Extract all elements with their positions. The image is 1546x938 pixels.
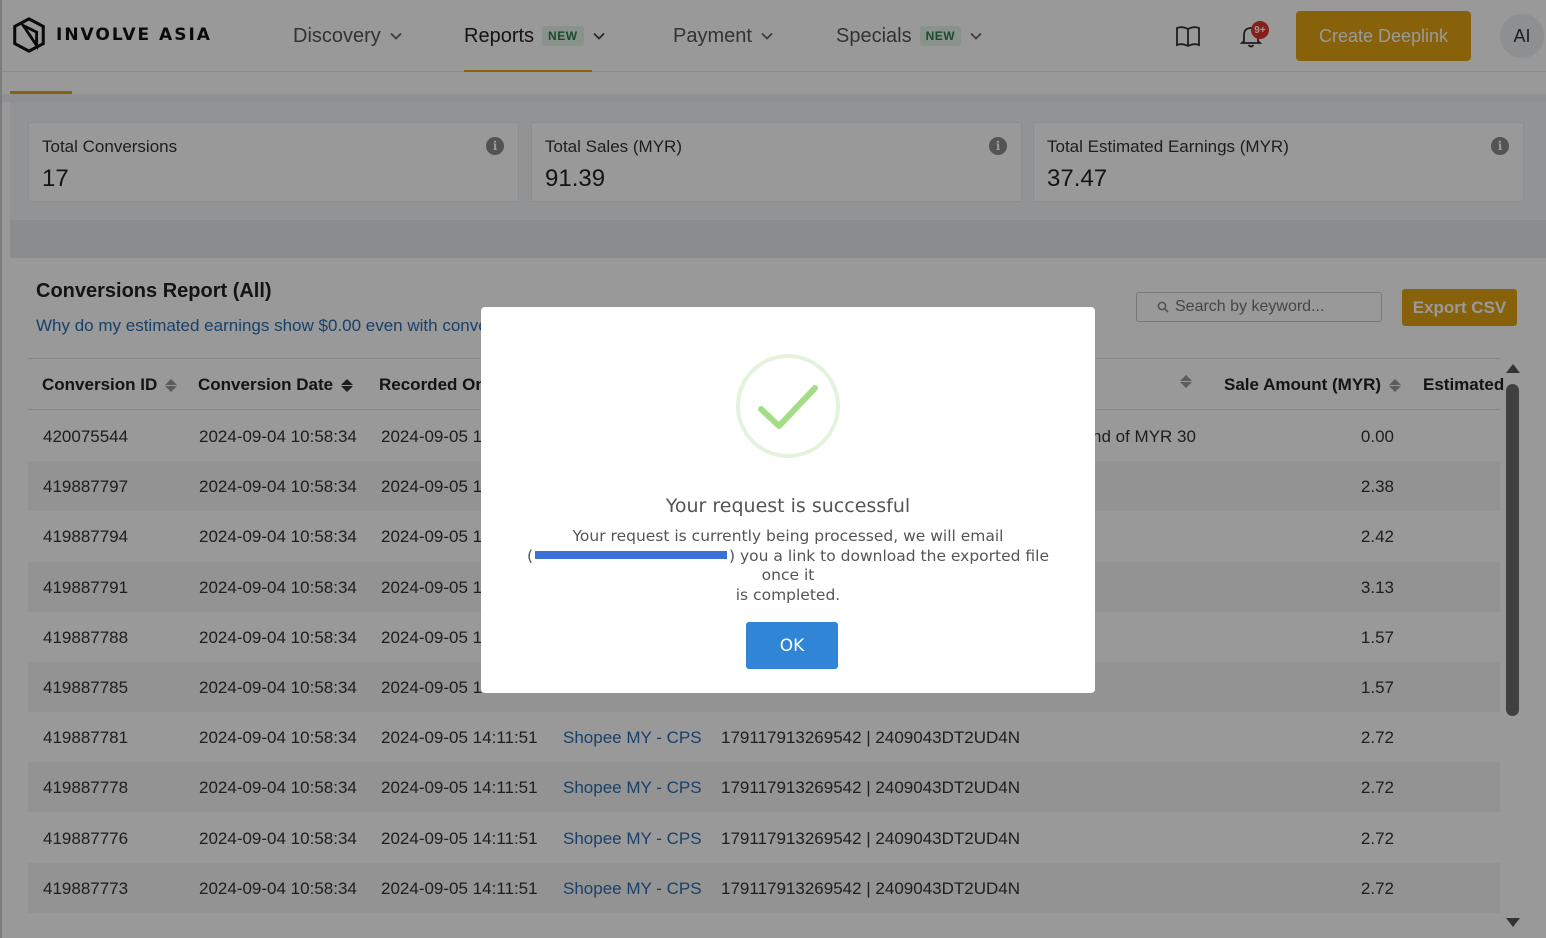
success-dialog: Your request is successful Your request … <box>481 307 1095 693</box>
dialog-title: Your request is successful <box>665 495 911 517</box>
dialog-message: Your request is currently being processe… <box>511 527 1065 605</box>
dialog-message-line2: ) you a link to download the exported fi… <box>729 546 1050 585</box>
ok-button[interactable]: OK <box>746 622 838 669</box>
redacted-email <box>535 551 728 559</box>
dialog-message-line3: is completed. <box>735 585 841 604</box>
success-check-icon <box>736 354 840 458</box>
dialog-message-open-paren: ( <box>526 546 534 565</box>
dialog-message-line1: Your request is currently being processe… <box>572 527 1004 545</box>
